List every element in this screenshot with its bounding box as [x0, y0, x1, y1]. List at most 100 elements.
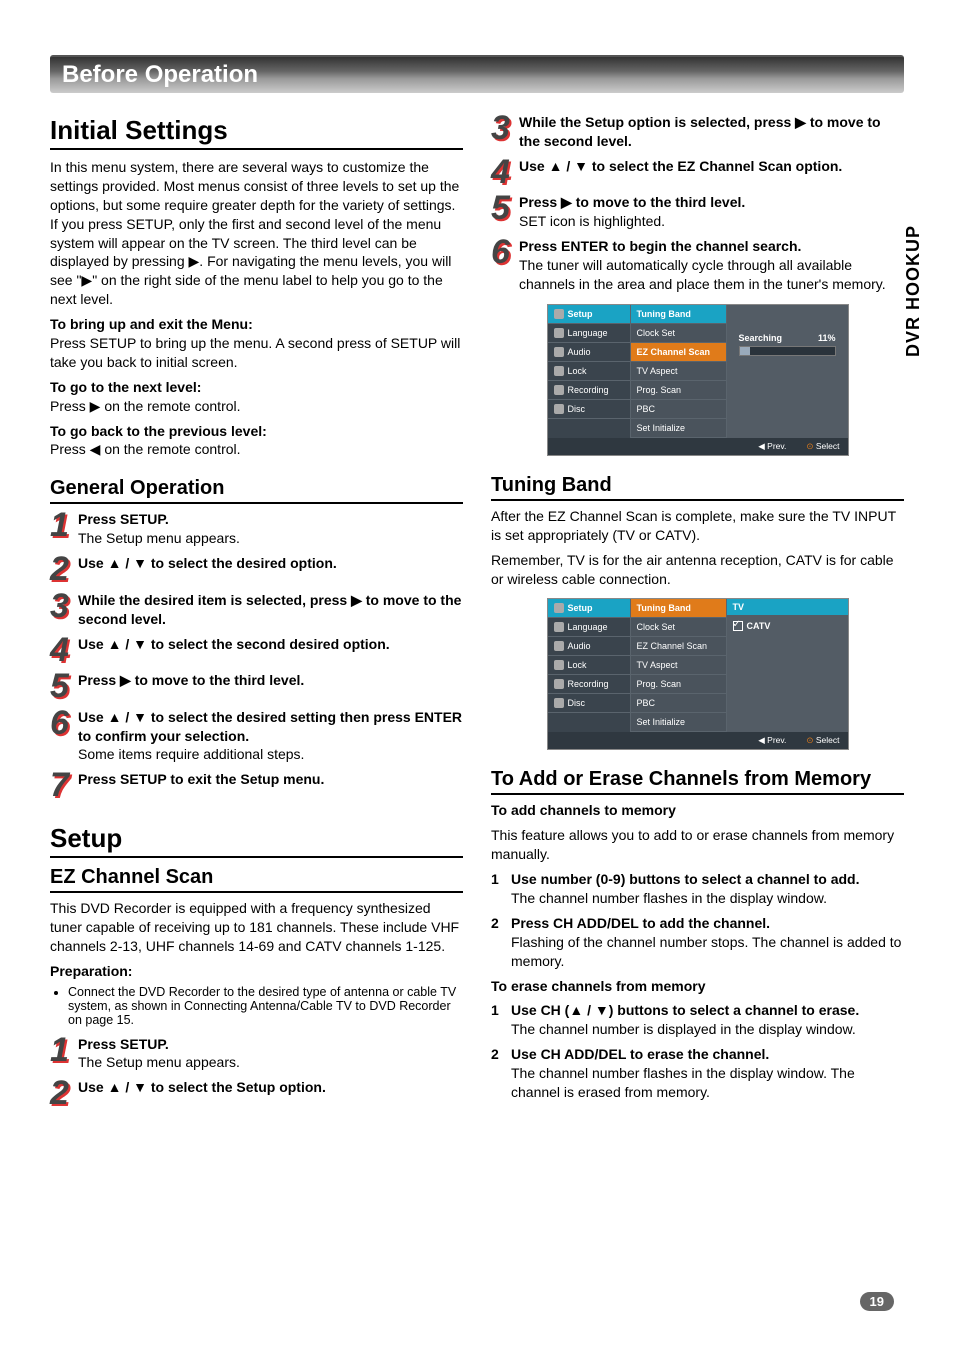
osd-catv-row: CATV — [727, 615, 848, 637]
osd-tv-aspect: TV Aspect — [631, 362, 726, 381]
cont-step-4: 4Use ▲ / ▼ to select the EZ Channel Scan… — [491, 157, 904, 188]
step-1: 1Press SETUP. The Setup menu appears. — [50, 510, 463, 548]
language-icon — [554, 622, 564, 632]
osd-lock: Lock — [548, 362, 630, 381]
osd-audio: Audio — [548, 637, 630, 656]
step-number-icon: 5 — [491, 193, 519, 231]
recording-icon — [554, 385, 564, 395]
page-number: 19 — [860, 1292, 894, 1311]
list-item: 1Use number (0-9) buttons to select a ch… — [491, 870, 904, 908]
section-bar: Before Operation — [50, 55, 904, 93]
step-6: 6Use ▲ / ▼ to select the desired setting… — [50, 708, 463, 765]
osd-ez-channel-scan: EZ Channel Scan — [631, 343, 726, 362]
add-heading: To add channels to memory — [491, 801, 904, 820]
language-icon — [554, 328, 564, 338]
setup-step-1: 1Press SETUP.The Setup menu appears. — [50, 1035, 463, 1073]
osd-ez-scan: Setup Language Audio Lock Recording Disc… — [547, 304, 849, 456]
osd-lock: Lock — [548, 656, 630, 675]
intro-paragraph: In this menu system, there are several w… — [50, 158, 463, 309]
step-3: 3While the desired item is selected, pre… — [50, 591, 463, 629]
next-level-heading: To go to the next level: — [50, 379, 201, 395]
setup-step-2: 2Use ▲ / ▼ to select the Setup option. — [50, 1078, 463, 1109]
osd-disc: Disc — [548, 694, 630, 713]
step-lead: Press ▶ to move to the third level. — [78, 672, 304, 688]
step-number-icon: 5 — [50, 671, 78, 702]
step-number-icon: 6 — [491, 237, 519, 294]
step-body: SET icon is highlighted. — [519, 213, 665, 229]
step-number-icon: 2 — [50, 1078, 78, 1109]
osd-footer: Prev. Select — [548, 732, 848, 749]
step-number-icon: 1 — [50, 510, 78, 548]
step-body: The Setup menu appears. — [78, 1054, 240, 1070]
osd-language: Language — [548, 324, 630, 343]
step-lead: While the desired item is selected, pres… — [78, 592, 461, 627]
step-body: The tuner will automatically cycle throu… — [519, 257, 886, 292]
erase-heading: To erase channels from memory — [491, 977, 904, 996]
osd-prog-scan: Prog. Scan — [631, 675, 726, 694]
lock-icon — [554, 366, 564, 376]
prev-level-heading: To go back to the previous level: — [50, 423, 267, 439]
step-body: Some items require additional steps. — [78, 746, 304, 762]
step-number-icon: 6 — [50, 708, 78, 765]
osd-set-initialize: Set Initialize — [631, 713, 726, 732]
step-lead: Press ▶ to move to the third level. — [519, 194, 745, 210]
list-item: 1Use CH (▲ / ▼) buttons to select a chan… — [491, 1001, 904, 1039]
step-body: The Setup menu appears. — [78, 530, 240, 546]
ez-channel-scan-title: EZ Channel Scan — [50, 866, 463, 893]
cont-step-6: 6Press ENTER to begin the channel search… — [491, 237, 904, 294]
add-list: 1Use number (0-9) buttons to select a ch… — [491, 870, 904, 970]
step-number-icon: 3 — [50, 591, 78, 629]
tv-icon — [554, 603, 564, 613]
osd-language: Language — [548, 618, 630, 637]
cont-step-5: 5Press ▶ to move to the third level. SET … — [491, 193, 904, 231]
osd-ez-channel-scan: EZ Channel Scan — [631, 637, 726, 656]
osd-footer: Prev. Select — [548, 438, 848, 455]
osd-tuning-band: Tuning Band — [631, 599, 726, 618]
osd-clock-set: Clock Set — [631, 618, 726, 637]
add-intro: This feature allows you to add to or era… — [491, 826, 904, 864]
initial-settings-title: Initial Settings — [50, 115, 463, 150]
osd-clock-set: Clock Set — [631, 324, 726, 343]
osd-pbc: PBC — [631, 694, 726, 713]
general-operation-title: General Operation — [50, 477, 463, 504]
step-lead: Use ▲ / ▼ to select the Setup option. — [78, 1079, 326, 1095]
ez-body: This DVD Recorder is equipped with a fre… — [50, 899, 463, 956]
audio-icon — [554, 641, 564, 651]
osd-tuning-band: Tuning Band — [631, 305, 726, 324]
osd-set-initialize: Set Initialize — [631, 419, 726, 438]
check-icon — [733, 621, 743, 631]
preparation-item: Connect the DVD Recorder to the desired … — [68, 985, 463, 1027]
osd-pbc: PBC — [631, 400, 726, 419]
osd-prev: Prev. — [758, 735, 786, 746]
step-lead: Use ▲ / ▼ to select the desired setting … — [78, 709, 462, 744]
tv-icon — [554, 309, 564, 319]
tuning-body-2: Remember, TV is for the air antenna rece… — [491, 551, 904, 589]
osd-recording: Recording — [548, 675, 630, 694]
disc-icon — [554, 698, 564, 708]
prev-level-body: Press ◀ on the remote control. — [50, 441, 241, 457]
step-lead: Press SETUP. — [78, 511, 169, 527]
osd-search-status: Searching11% — [739, 333, 836, 356]
step-number-icon: 1 — [50, 1035, 78, 1073]
side-tab: DVR HOOKUP — [903, 225, 924, 357]
step-number-icon: 2 — [50, 554, 78, 585]
osd-setup: Setup — [548, 599, 630, 618]
audio-icon — [554, 347, 564, 357]
next-level-body: Press ▶ on the remote control. — [50, 398, 241, 414]
step-number-icon: 7 — [50, 770, 78, 801]
progress-bar — [739, 346, 836, 356]
step-4: 4Use ▲ / ▼ to select the second desired … — [50, 635, 463, 666]
step-7: 7Press SETUP to exit the Setup menu. — [50, 770, 463, 801]
preparation-heading: Preparation: — [50, 962, 463, 981]
add-erase-title: To Add or Erase Channels from Memory — [491, 768, 904, 795]
preparation-list: Connect the DVD Recorder to the desired … — [68, 985, 463, 1027]
step-lead: Press SETUP to exit the Setup menu. — [78, 771, 324, 787]
erase-list: 1Use CH (▲ / ▼) buttons to select a chan… — [491, 1001, 904, 1101]
step-number-icon: 3 — [491, 113, 519, 151]
right-column: 3While the Setup option is selected, pre… — [491, 107, 904, 1115]
osd-prev: Prev. — [758, 441, 786, 452]
osd-recording: Recording — [548, 381, 630, 400]
osd-setup: Setup — [548, 305, 630, 324]
step-lead: Use ▲ / ▼ to select the desired option. — [78, 555, 337, 571]
setup-title: Setup — [50, 823, 463, 858]
